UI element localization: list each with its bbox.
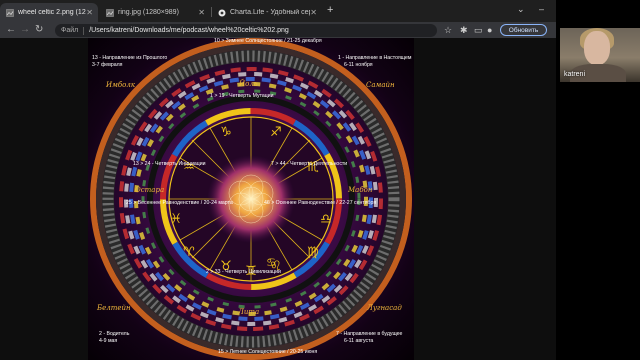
- winter-solstice-label: 10 > Зимнее Солнцестояние / 21-25 декабр…: [214, 38, 322, 44]
- toolbar: ← → ↻ Файл /Users/katreni/Downloads/me/p…: [0, 22, 556, 38]
- festival-mabon: Мабон: [348, 186, 373, 194]
- spring-equinox-label: 25 > Весеннее Равноденствие / 20-24 март…: [126, 200, 233, 206]
- festival-ostara: Остара: [135, 186, 165, 194]
- tab-ring[interactable]: ring.jpg (1280×989) ✕: [100, 3, 210, 22]
- festival-lughnasadh: Лугнасад: [367, 304, 402, 312]
- profile-icon[interactable]: ●: [487, 25, 492, 35]
- image-file-icon: [6, 8, 14, 17]
- minimize-icon[interactable]: –: [539, 4, 544, 14]
- image-file-icon: [106, 8, 114, 17]
- tab-bar: wheel celtic 2.png (1280×1280) ✕ ring.jp…: [0, 0, 556, 22]
- svg-text:♎: ♎: [320, 212, 332, 227]
- festival-litha: Лита: [238, 308, 260, 316]
- summer-solstice-label: 15 > Летнее Солнцестояние / 20-25 июня: [218, 349, 318, 355]
- festival-imbolc: Имболк: [106, 81, 136, 89]
- bookmark-star-icon[interactable]: ☆: [444, 25, 452, 36]
- participant-face: [584, 31, 610, 65]
- file-scheme-label: Файл: [61, 27, 79, 34]
- side-panel-icon[interactable]: ▭: [474, 25, 483, 36]
- close-icon[interactable]: ✕: [310, 8, 317, 17]
- participant-tile[interactable]: katreni: [560, 28, 640, 82]
- svg-text:♑: ♑: [220, 125, 232, 140]
- wheel-image: ♑ ♐ ♒ ♏ ♓ ♎ ♈ ♍ ♉ ♌ ♊ ♋ 10 > Зимнее Солн…: [88, 38, 414, 360]
- participant-name: katreni: [564, 71, 586, 78]
- page-viewport: ♑ ♐ ♒ ♏ ♓ ♎ ♈ ♍ ♉ ♌ ♊ ♋ 10 > Зимнее Солн…: [0, 38, 556, 360]
- direction-past-date: 3-7 февраля: [92, 62, 123, 68]
- quarter-activity-label: 7 > 44 - Четверть Деятельности: [271, 161, 348, 167]
- driver-date: 4-9 мая: [99, 338, 118, 344]
- autumn-equinox-label: 46 > Осеннее Равноденствие / 22-27 сентя…: [264, 200, 377, 206]
- close-icon[interactable]: ✕: [86, 8, 93, 17]
- address-bar[interactable]: Файл /Users/katreni/Downloads/me/podcast…: [55, 24, 437, 37]
- forward-icon[interactable]: →: [20, 24, 30, 36]
- screen: wheel celtic 2.png (1280×1280) ✕ ring.jp…: [0, 0, 640, 360]
- quarter-mutation-label: 1 > 19 - Четверть Мутации: [210, 93, 274, 99]
- svg-text:♍: ♍: [307, 245, 319, 260]
- festival-yule: Йоль: [239, 80, 258, 88]
- tab-label: Charta.Life - Удобный сервис...: [230, 9, 310, 16]
- direction-present-date: 6-11 ноября: [344, 62, 373, 68]
- address-divider: [83, 26, 85, 35]
- tab-charta-life[interactable]: Charta.Life - Удобный сервис... ✕: [212, 3, 322, 22]
- festival-samhain: Самайн: [366, 81, 395, 89]
- close-icon[interactable]: ✕: [198, 8, 205, 17]
- browser-window: wheel celtic 2.png (1280×1280) ✕ ring.jp…: [0, 0, 556, 360]
- reload-icon[interactable]: ↻: [35, 24, 43, 36]
- url-text[interactable]: /Users/katreni/Downloads/me/podcast/whee…: [89, 27, 289, 34]
- back-icon[interactable]: ←: [6, 24, 16, 36]
- direction-present-label: 1 - Направление в Настоящем: [338, 55, 412, 61]
- svg-text:♈: ♈: [183, 245, 195, 260]
- direction-future-date: 6-11 августа: [344, 338, 374, 344]
- festival-beltane: Белтейн: [97, 304, 131, 312]
- new-tab-icon[interactable]: +: [327, 4, 333, 16]
- svg-text:♐: ♐: [270, 125, 282, 140]
- extensions-icon[interactable]: ✱: [460, 25, 468, 36]
- charta-logo-icon: [218, 9, 226, 17]
- tab-label: ring.jpg (1280×989): [118, 9, 179, 16]
- svg-text:♋: ♋: [266, 256, 276, 269]
- quarter-civilization-label: 2 > 33 - Четверть Цивилизации: [206, 269, 281, 275]
- direction-future-label: 7 - Направление в будущее: [336, 331, 403, 337]
- tab-label: wheel celtic 2.png (1280×1280): [18, 9, 86, 16]
- direction-past-label: 13 - Направление из Прошлого: [92, 55, 168, 61]
- driver-label: 2 - Водитель: [99, 331, 130, 337]
- update-button[interactable]: Обновить: [500, 24, 547, 36]
- svg-text:♓: ♓: [170, 212, 182, 227]
- quarter-initiation-label: 13 > 24 - Четверть Инициации: [133, 161, 206, 167]
- tab-search-icon[interactable]: ⌄: [517, 4, 525, 15]
- tab-wheel-celtic[interactable]: wheel celtic 2.png (1280×1280) ✕: [0, 3, 98, 22]
